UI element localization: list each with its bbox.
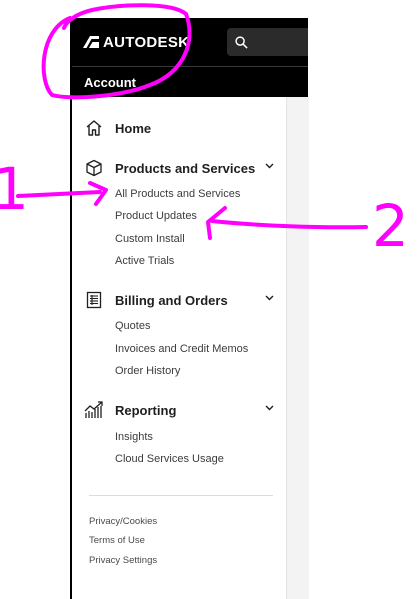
sidebar-link-cloud-services-usage[interactable]: Cloud Services Usage [115, 451, 224, 467]
sidebar-link-product-updates[interactable]: Product Updates [115, 208, 197, 224]
invoice-icon [84, 290, 104, 310]
sidebar-section-label: Billing and Orders [115, 292, 228, 308]
sidebar-link-all-products[interactable]: All Products and Services [115, 186, 240, 202]
sidebar-section-label: Products and Services [115, 160, 256, 176]
sidebar-section-products[interactable]: Products and Services [84, 157, 274, 179]
box-icon [84, 158, 104, 178]
footer-link-privacy-settings[interactable]: Privacy Settings [89, 555, 157, 566]
chevron-down-icon [265, 163, 274, 169]
autodesk-logo-mark-icon [83, 36, 99, 48]
autodesk-logo[interactable]: AUTODESK [83, 34, 189, 51]
sidebar-link-order-history[interactable]: Order History [115, 363, 180, 379]
sidebar-link-insights[interactable]: Insights [115, 429, 153, 445]
chevron-down-icon [265, 295, 274, 301]
annotation-number-2: 2 [372, 192, 409, 260]
sidebar-nav: Home Products and Services All Products … [72, 97, 286, 599]
page: AUTODESK Account Home Products and Servi… [0, 0, 420, 599]
chevron-down-icon [265, 405, 274, 411]
brand-name: AUTODESK [103, 33, 190, 51]
content-area [286, 97, 309, 599]
footer-link-terms-of-use[interactable]: Terms of Use [89, 535, 145, 546]
chart-icon [84, 400, 104, 420]
sidebar-section-reporting[interactable]: Reporting [84, 399, 274, 421]
sidebar-link-quotes[interactable]: Quotes [115, 318, 150, 334]
account-title: Account [84, 74, 136, 90]
search-button[interactable] [227, 28, 308, 56]
search-icon [235, 35, 248, 49]
divider [89, 495, 273, 496]
sidebar-link-active-trials[interactable]: Active Trials [115, 253, 174, 269]
sidebar-section-label: Reporting [115, 402, 177, 418]
sidebar-item-label: Home [115, 120, 152, 136]
top-bar: AUTODESK [72, 18, 308, 66]
sidebar-item-home[interactable]: Home [84, 117, 274, 139]
account-bar: Account [72, 66, 308, 97]
annotation-number-1: 1 [0, 155, 29, 223]
footer-link-privacy-cookies[interactable]: Privacy/Cookies [89, 516, 157, 527]
home-icon [84, 118, 104, 138]
sidebar-link-invoices[interactable]: Invoices and Credit Memos [115, 341, 248, 357]
sidebar-link-custom-install[interactable]: Custom Install [115, 231, 185, 247]
sidebar-section-billing[interactable]: Billing and Orders [84, 289, 274, 311]
